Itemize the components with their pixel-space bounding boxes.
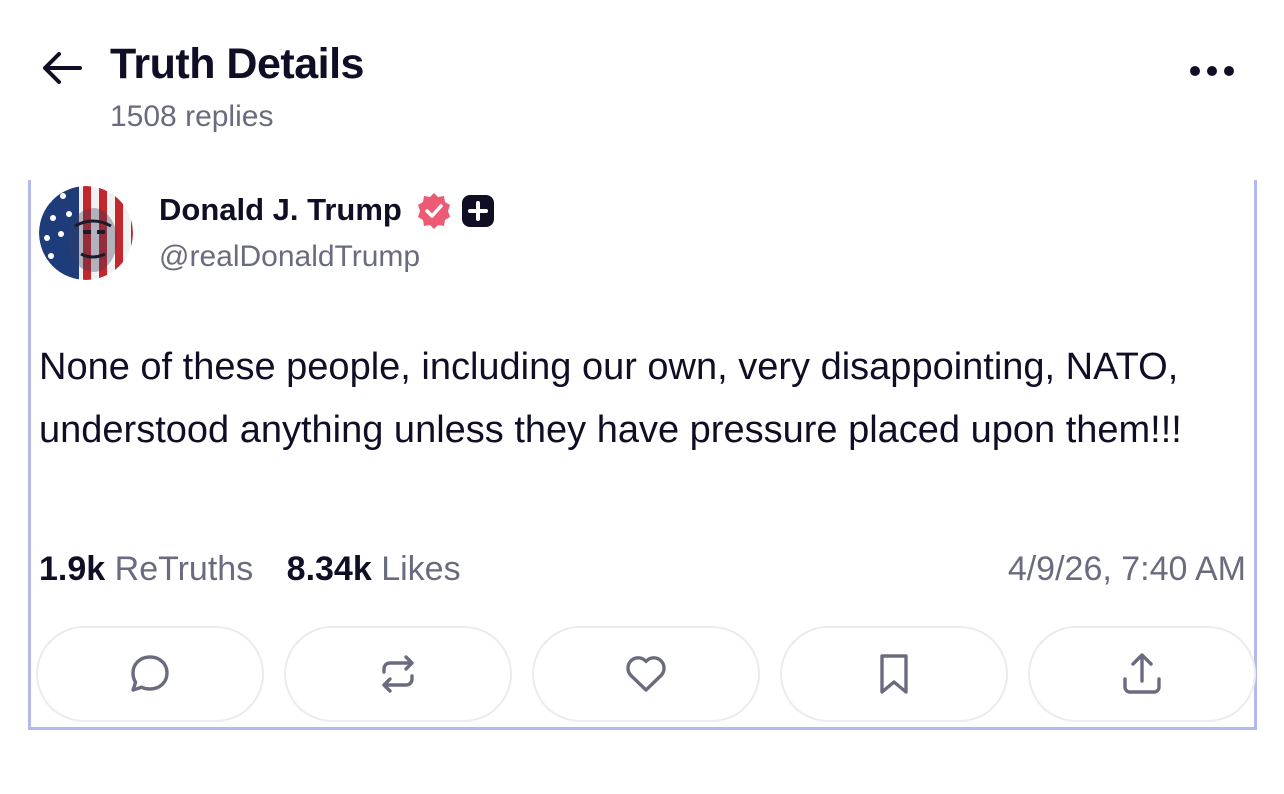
heart-icon [626,656,666,692]
plus-badge-icon [462,195,494,227]
share-icon [1123,653,1161,694]
likes-label: Likes [381,550,461,588]
avatar[interactable] [39,186,133,280]
bookmark-button[interactable] [780,626,1008,722]
retruths-stat[interactable]: 1.9k ReTruths [39,550,253,589]
post-card: Donald J. Trump @realDonaldTrump None of… [28,180,1257,730]
more-horizontal-icon [1190,66,1234,76]
verified-badge-icon [418,193,450,229]
retruths-count: 1.9k [39,550,106,588]
likes-count: 8.34k [286,550,372,588]
reply-bubble-icon [131,655,169,692]
reply-count: 1508 replies [110,100,274,133]
page-header: Truth Details 1508 replies [0,0,1284,160]
reply-button[interactable] [36,626,264,722]
post-timestamp: 4/9/26, 7:40 AM [1007,550,1246,588]
likes-stat[interactable]: 8.34k Likes [287,550,461,589]
action-bar [36,626,1256,724]
author-name[interactable]: Donald J. Trump [159,192,402,228]
back-button[interactable] [40,46,84,90]
post-stats: 1.9k ReTruths 8.34k Likes [39,550,485,589]
page-title: Truth Details [110,40,364,88]
share-button[interactable] [1028,626,1256,722]
more-options-button[interactable] [1186,54,1238,88]
like-button[interactable] [532,626,760,722]
retruth-button[interactable] [284,626,512,722]
author-handle[interactable]: @realDonaldTrump [159,240,420,274]
post-text: None of these people, including our own,… [39,346,1182,451]
retruths-label: ReTruths [114,550,254,588]
retruth-icon [382,655,414,693]
bookmark-icon [880,654,908,694]
arrow-left-icon [43,52,82,84]
